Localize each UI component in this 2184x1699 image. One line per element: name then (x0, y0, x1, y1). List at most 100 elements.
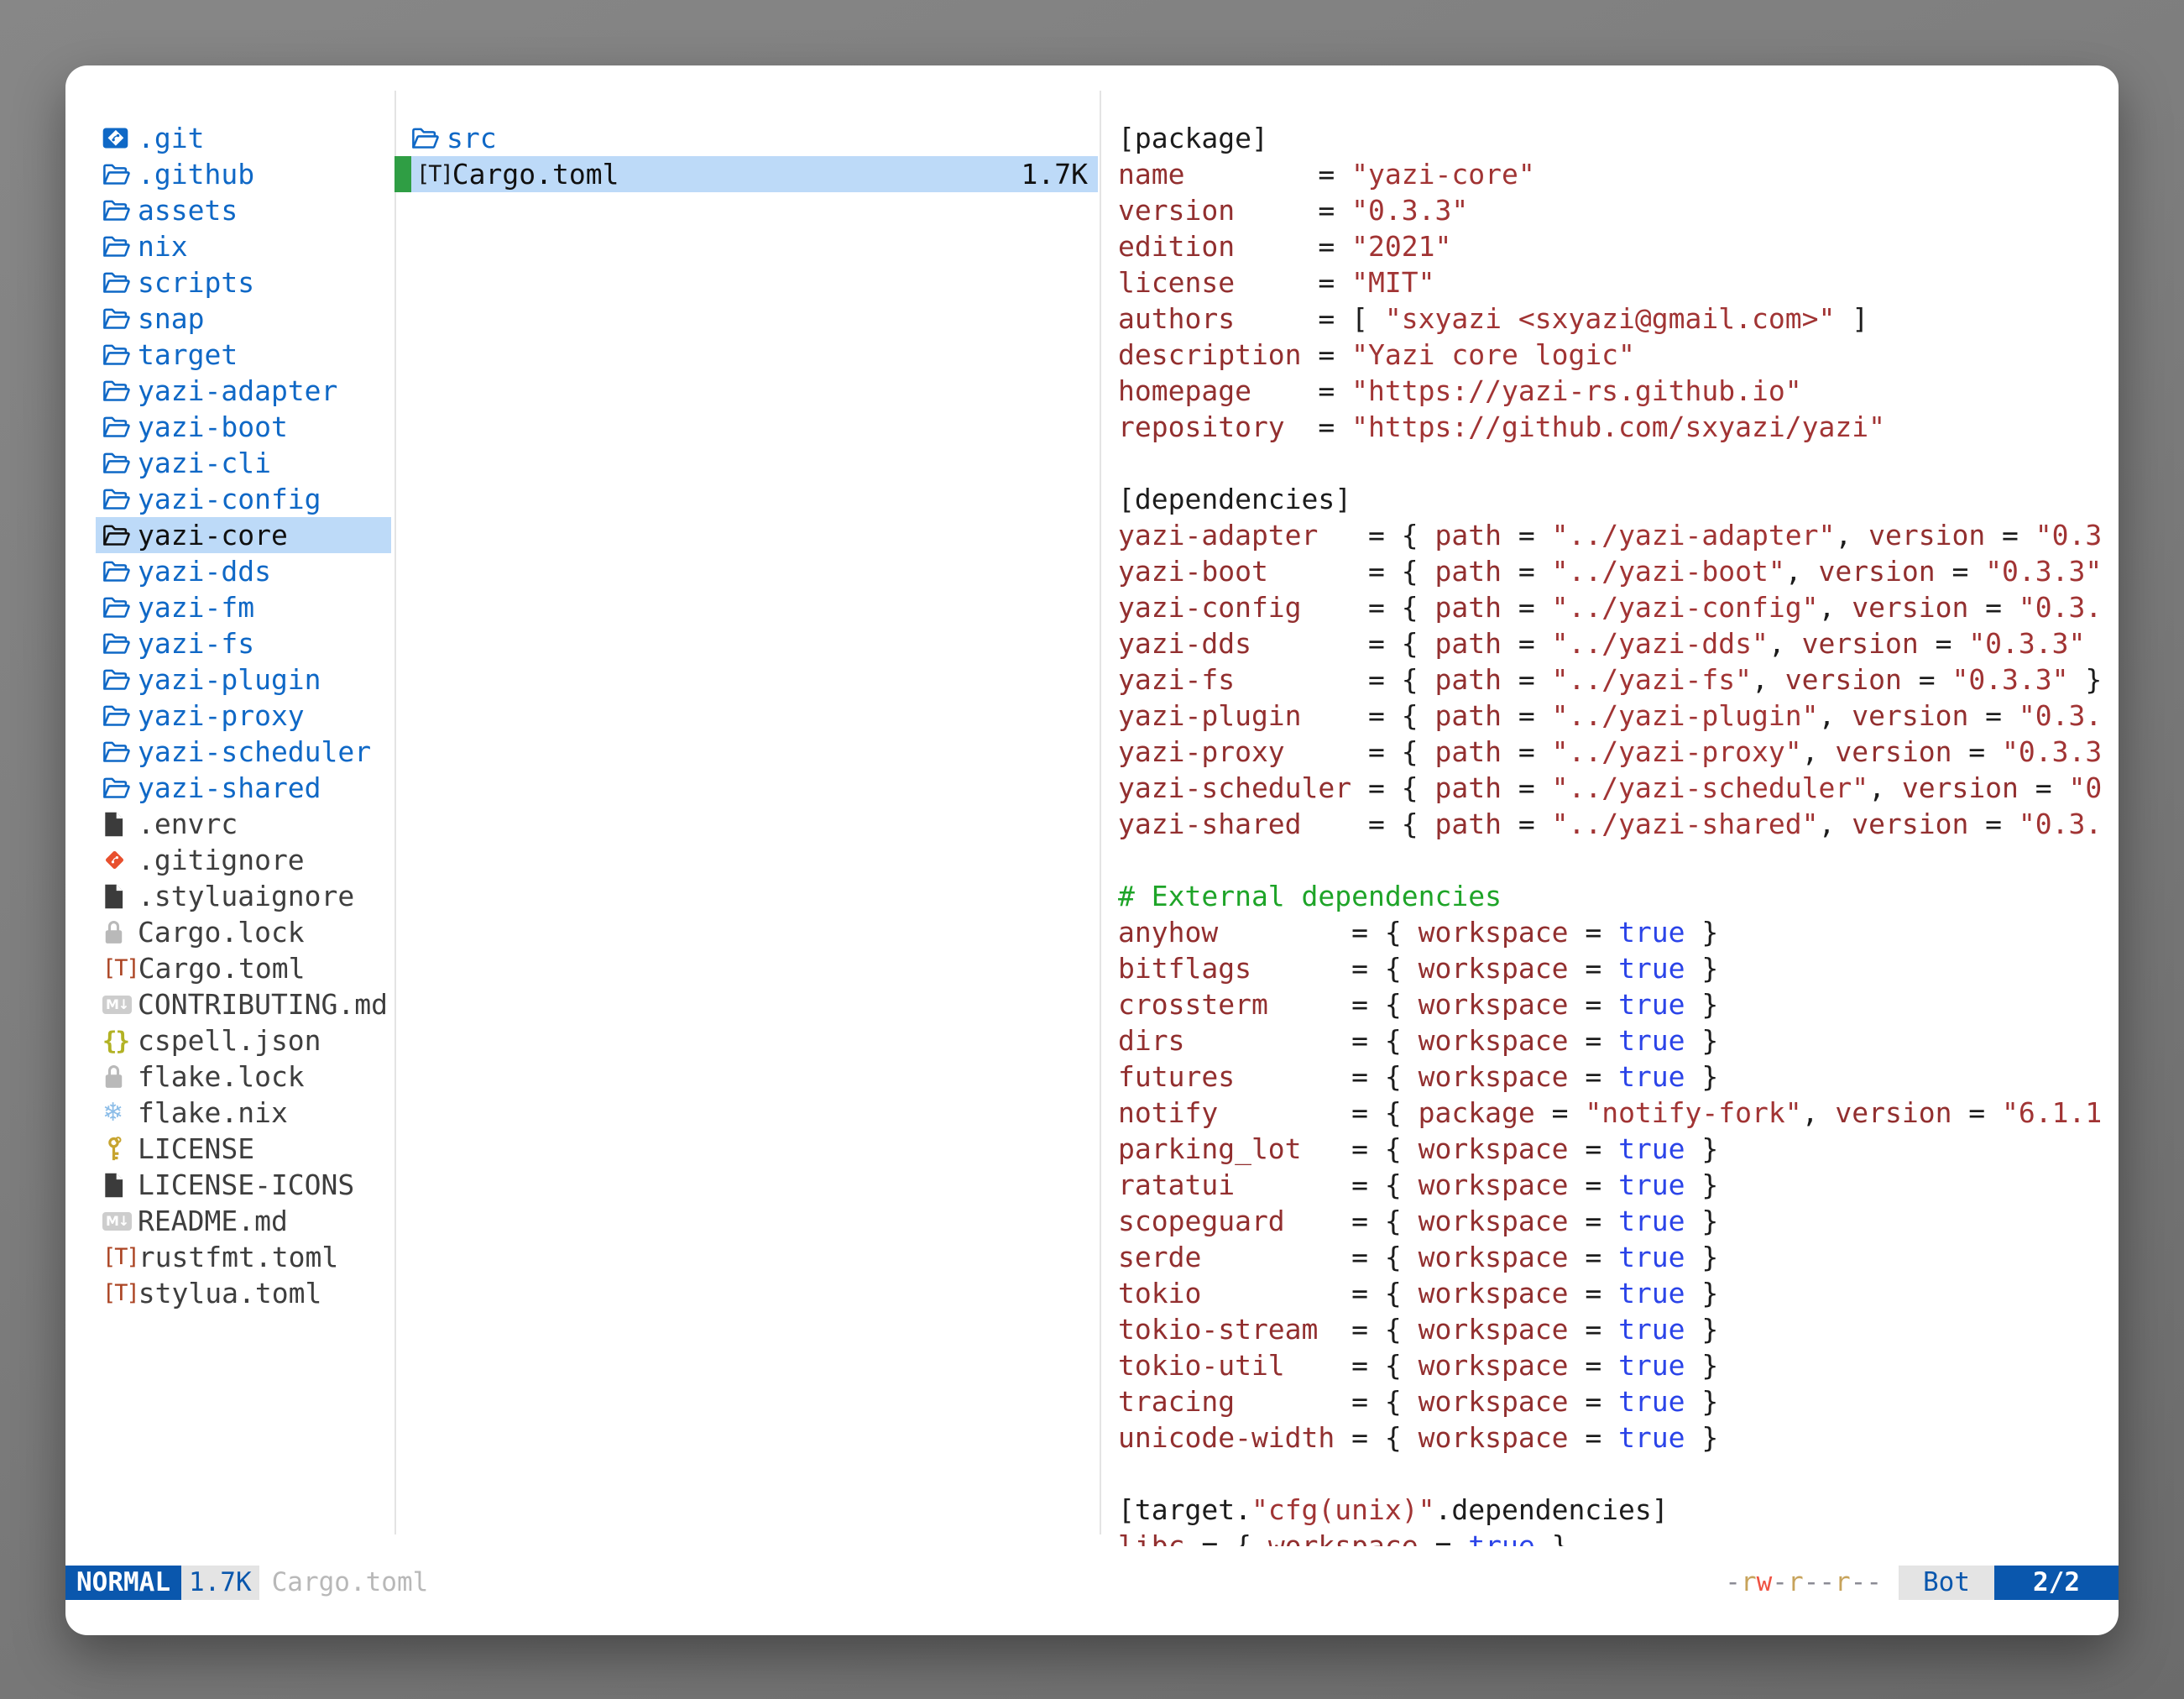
dir-entry-assets[interactable]: assets (96, 192, 391, 228)
syntax-token: ratatui (1118, 1168, 1351, 1201)
file-entry-Cargo.lock[interactable]: Cargo.lock (96, 914, 391, 950)
syntax-token: yazi-adapter (1118, 519, 1368, 552)
syntax-token: serde (1118, 1241, 1351, 1273)
syntax-token: tokio (1118, 1277, 1351, 1310)
dir-entry-scripts[interactable]: scripts (96, 264, 391, 301)
dir-entry-yazi-scheduler[interactable]: yazi-scheduler (96, 734, 391, 770)
preview-line (1118, 842, 2102, 878)
entry-label: flake.nix (138, 1096, 288, 1129)
syntax-token: = { (1368, 663, 1434, 696)
syntax-token: workspace (1419, 1205, 1569, 1237)
file-entry-stylua.toml[interactable]: [T]stylua.toml (96, 1275, 391, 1311)
preview-line (1118, 1456, 2102, 1492)
dir-entry-yazi-cli[interactable]: yazi-cli (96, 445, 391, 481)
file-entry-CONTRIBUTING.md[interactable]: M↓CONTRIBUTING.md (96, 986, 391, 1022)
file-entry-flake.nix[interactable]: ❄flake.nix (96, 1095, 391, 1131)
entry-label: Cargo.toml (452, 158, 619, 191)
dir-entry-yazi-proxy[interactable]: yazi-proxy (96, 698, 391, 734)
markdown-icon: M↓ (102, 996, 138, 1014)
dir-entry-.github[interactable]: .github (96, 156, 391, 192)
syntax-token: = (2019, 771, 2069, 804)
syntax-token: = (1568, 988, 1618, 1021)
preview-line: # External dependencies (1118, 878, 2102, 914)
syntax-token: version (1835, 1096, 1951, 1129)
entry-label: yazi-scheduler (138, 735, 371, 768)
folder-icon (102, 632, 138, 656)
syntax-token: true (1618, 988, 1685, 1021)
entry-label: yazi-cli (138, 447, 271, 479)
status-filename: Cargo.toml (272, 1566, 429, 1600)
entry-label: src (447, 122, 497, 154)
syntax-token: notify (1118, 1096, 1351, 1129)
syntax-token: = (1568, 1313, 1618, 1346)
syntax-token: = { (1351, 1349, 1418, 1382)
dir-entry-yazi-boot[interactable]: yazi-boot (96, 409, 391, 445)
file-entry-.gitignore[interactable]: .gitignore (96, 842, 391, 878)
syntax-token: "notify-fork" (1585, 1096, 1801, 1129)
toml-icon-glyph: [T] (102, 955, 138, 981)
syntax-token: = (1568, 1385, 1618, 1418)
dir-entry-yazi-fs[interactable]: yazi-fs (96, 625, 391, 661)
markdown-icon-glyph: M↓ (102, 1212, 132, 1231)
entry-label: LICENSE (138, 1132, 254, 1165)
dir-entry-yazi-fm[interactable]: yazi-fm (96, 589, 391, 625)
cursor-count-badge: 2/2 (1994, 1566, 2119, 1600)
syntax-token: true (1618, 1132, 1685, 1165)
syntax-token: = (1568, 916, 1618, 949)
file-entry-LICENSE-ICONS[interactable]: LICENSE-ICONS (96, 1167, 391, 1203)
dir-entry-.git[interactable]: .git (96, 120, 391, 156)
file-icon (102, 811, 138, 838)
syntax-token: = (1419, 1529, 1469, 1546)
syntax-token: = { (1368, 735, 1434, 768)
file-entry-.envrc[interactable]: .envrc (96, 806, 391, 842)
dir-entry-snap[interactable]: snap (96, 301, 391, 337)
syntax-token: yazi-fs (1118, 663, 1368, 696)
dir-entry-yazi-adapter[interactable]: yazi-adapter (96, 373, 391, 409)
syntax-token: # External dependencies (1118, 880, 1502, 912)
syntax-token: version (1852, 808, 1968, 840)
syntax-token: = { (1351, 1132, 1418, 1165)
folder-icon (102, 596, 138, 619)
dir-entry-yazi-core[interactable]: yazi-core (96, 517, 391, 553)
syntax-token: path (1435, 699, 1502, 732)
file-entry-rustfmt.toml[interactable]: [T]rustfmt.toml (96, 1239, 391, 1275)
dir-entry-yazi-dds[interactable]: yazi-dds (96, 553, 391, 589)
syntax-token: = (1318, 230, 1351, 263)
preview-line: [package] (1118, 120, 2102, 156)
preview-line: tracing = { workspace = true } (1118, 1383, 2102, 1419)
preview-line: yazi-config = { path = "../yazi-config",… (1118, 589, 2102, 625)
file-entry-LICENSE[interactable]: LICENSE (96, 1131, 391, 1167)
syntax-token: "cfg(unix)" (1251, 1493, 1435, 1526)
file-entry-.styluaignore[interactable]: .styluaignore (96, 878, 391, 914)
syntax-token: true (1618, 1205, 1685, 1237)
syntax-token: = { (1351, 1313, 1418, 1346)
syntax-token: } (2069, 663, 2102, 696)
entry-label: stylua.toml (138, 1277, 322, 1310)
preview-line: crossterm = { workspace = true } (1118, 986, 2102, 1022)
syntax-token: "../yazi-proxy" (1552, 735, 1802, 768)
permission-char: - (1804, 1567, 1820, 1597)
syntax-token: } (2085, 627, 2102, 660)
syntax-token: = (1968, 591, 2019, 624)
file-entry-Cargo.toml[interactable]: [T]Cargo.toml (96, 950, 391, 986)
syntax-token: } (1685, 1132, 1719, 1165)
permission-char: r (1741, 1567, 1757, 1597)
syntax-token: yazi-proxy (1118, 735, 1368, 768)
file-entry-README.md[interactable]: M↓README.md (96, 1203, 391, 1239)
toml-icon-glyph: [T] (102, 1280, 138, 1306)
file-entry-Cargo.toml[interactable]: [T]Cargo.toml1.7K (394, 156, 1098, 192)
dir-entry-yazi-plugin[interactable]: yazi-plugin (96, 661, 391, 698)
dir-entry-yazi-config[interactable]: yazi-config (96, 481, 391, 517)
toml-icon-glyph: [T] (102, 1244, 138, 1270)
file-entry-flake.lock[interactable]: flake.lock (96, 1059, 391, 1095)
dir-entry-nix[interactable]: nix (96, 228, 391, 264)
syntax-token: = (1568, 1132, 1618, 1165)
syntax-token: = (1568, 1205, 1618, 1237)
syntax-token: } (1685, 1313, 1719, 1346)
dir-entry-target[interactable]: target (96, 337, 391, 373)
preview-line: bitflags = { workspace = true } (1118, 950, 2102, 986)
file-entry-cspell.json[interactable]: {}cspell.json (96, 1022, 391, 1059)
dir-entry-yazi-shared[interactable]: yazi-shared (96, 770, 391, 806)
dir-entry-src[interactable]: src (394, 120, 1098, 156)
entry-label: yazi-fs (138, 627, 254, 660)
